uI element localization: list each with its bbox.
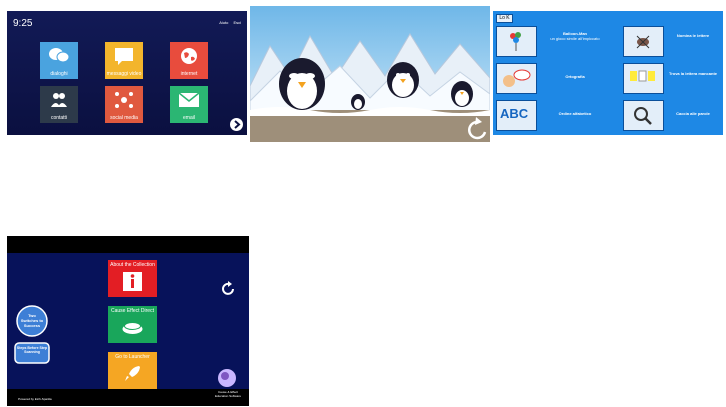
tile-messaggi-video[interactable]: messaggi video xyxy=(105,42,143,79)
activities-menu-screen: Lo K ABC Balloon-Man un gioco simile all… xyxy=(493,11,723,135)
tile-label: messaggi video xyxy=(106,71,142,77)
balloons-icon xyxy=(510,32,521,51)
credits-right: Cause & Effect Education Software xyxy=(214,390,241,398)
logo-bottom-text: Steps Before Step Scanning xyxy=(16,346,48,354)
tile-contatti[interactable]: contatti xyxy=(40,86,78,123)
letter-cards-icon xyxy=(630,70,655,82)
message-bubble-icon xyxy=(115,48,133,65)
tile-label: email xyxy=(183,115,195,121)
launcher-screen: 9:25 Aiuto Esci dialoghi messaggi video … xyxy=(7,11,247,135)
penguin-right[interactable] xyxy=(451,81,473,107)
nomina-lettere-label: Nomina le lettere xyxy=(676,33,710,38)
penguin-small[interactable] xyxy=(351,94,365,110)
penguin-large[interactable] xyxy=(279,58,325,110)
caccia-parole-tile[interactable] xyxy=(623,100,664,131)
next-page-button[interactable] xyxy=(230,118,243,131)
switch-button-icon xyxy=(122,322,143,334)
go-to-launcher-button[interactable]: Go to Launcher xyxy=(108,352,157,389)
trova-lettera-tile[interactable] xyxy=(623,63,664,94)
back-button[interactable]: Lo K xyxy=(496,14,513,23)
logo-top-text: Two Switches to Success xyxy=(20,313,44,328)
penguin-medium[interactable] xyxy=(387,62,419,98)
magnifier-icon xyxy=(634,107,652,125)
tile-label: contatti xyxy=(50,115,68,121)
penguin-scene xyxy=(250,6,490,142)
refresh-icon[interactable] xyxy=(220,281,236,297)
ortografia-label: Ortografia xyxy=(565,74,585,79)
cause-effect-direct-button[interactable]: Cause Effect Direct xyxy=(108,306,157,343)
help-link[interactable]: Aiuto xyxy=(219,20,228,25)
ordine-alfabetico-label: Ordine alfabetico xyxy=(558,111,592,116)
collection-logo: Two Switches to Success Steps Before Ste… xyxy=(13,305,51,367)
social-network-icon xyxy=(115,92,133,108)
credits-left: Powered by Etch-Sparkle xyxy=(18,397,52,401)
switches-collection-screen: Two Switches to Success Steps Before Ste… xyxy=(7,236,249,406)
envelope-icon xyxy=(178,92,200,107)
collection-panel: Two Switches to Success Steps Before Ste… xyxy=(7,253,249,401)
tile-email[interactable]: email xyxy=(170,86,208,123)
tile-dialoghi[interactable]: dialoghi xyxy=(40,42,78,79)
abc-text: ABC xyxy=(500,106,529,121)
balloon-man-label: Balloon-Man un gioco simile all'impiccat… xyxy=(550,31,600,41)
nomina-lettere-tile[interactable] xyxy=(623,26,664,57)
caccia-parole-label: Caccia alle parole xyxy=(676,111,710,116)
penguin-game-screen xyxy=(250,6,490,142)
clock: 9:25 xyxy=(13,18,33,29)
ordine-alfabetico-tile[interactable]: ABC xyxy=(496,100,537,131)
chevron-right-icon xyxy=(234,120,241,129)
balloon-man-tile[interactable] xyxy=(496,26,537,57)
tile-label: dialoghi xyxy=(50,71,68,77)
speech-face-icon xyxy=(503,69,531,87)
ortografia-tile[interactable] xyxy=(496,63,537,94)
tile-label: social media xyxy=(110,115,138,121)
exit-link[interactable]: Esci xyxy=(233,20,241,25)
rocket-icon xyxy=(125,366,140,381)
info-icon xyxy=(123,272,142,291)
tile-internet[interactable]: internet xyxy=(170,42,208,79)
trova-lettera-label: Trova la lettera mancante xyxy=(668,71,718,76)
tile-social-media[interactable]: social media xyxy=(105,86,143,123)
globe-icon xyxy=(181,48,197,64)
brand-globe-icon xyxy=(218,369,236,387)
about-collection-button[interactable]: About the Collection xyxy=(108,260,157,297)
speech-bubbles-icon xyxy=(49,48,70,63)
header-links: Aiuto Esci xyxy=(215,20,241,25)
tile-label: internet xyxy=(180,71,198,77)
insect-icon xyxy=(636,35,650,49)
contacts-icon xyxy=(51,93,67,107)
